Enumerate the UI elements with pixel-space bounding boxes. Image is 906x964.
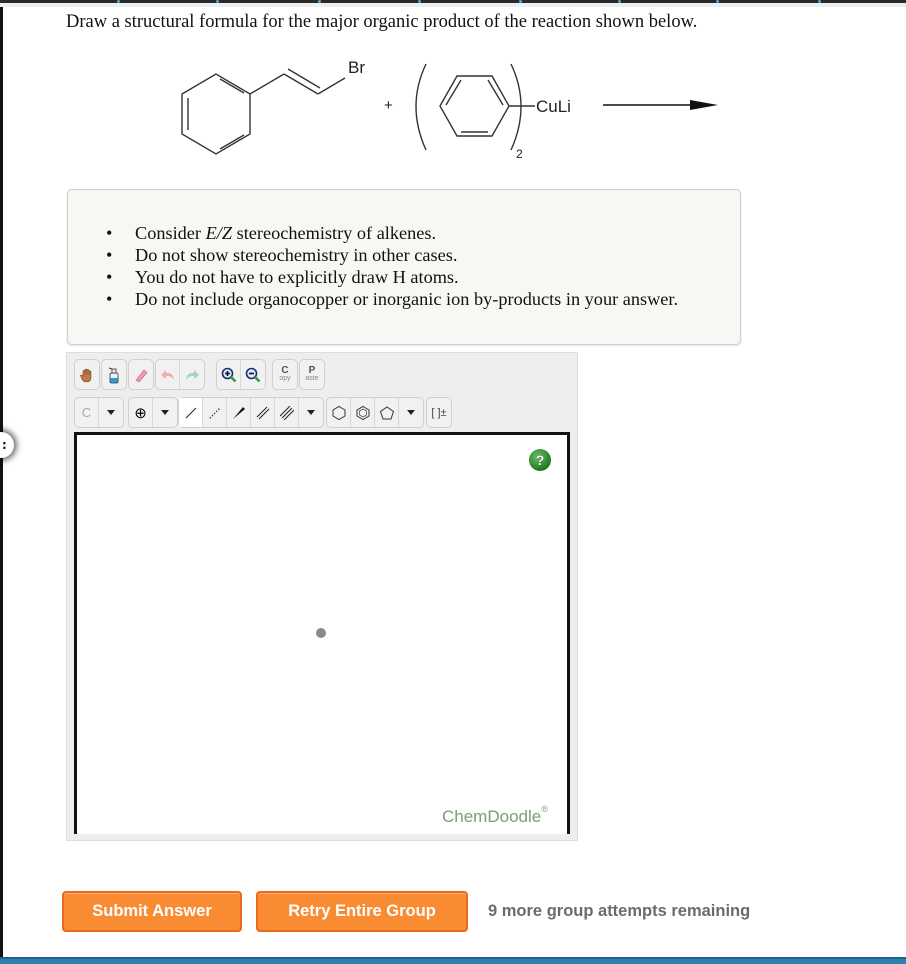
- handle-icon: :: [2, 438, 7, 452]
- redo-button[interactable]: [180, 360, 204, 389]
- wedge-bond-icon: [232, 406, 245, 419]
- zoom-group: [216, 359, 266, 390]
- single-bond-button[interactable]: [179, 398, 203, 427]
- bracket-tool-button[interactable]: [ ]±: [426, 397, 452, 428]
- cyclohexane-icon: [332, 405, 345, 420]
- charge-plus-icon: ⊕: [129, 398, 153, 427]
- undo-redo-group: [155, 359, 205, 390]
- single-bond-icon: [185, 407, 196, 418]
- zoom-in-button[interactable]: [217, 360, 241, 389]
- clear-button[interactable]: [101, 359, 127, 390]
- hand-icon: [75, 360, 99, 389]
- charge-dropdown[interactable]: [153, 398, 177, 427]
- c-br-bond: [317, 77, 346, 95]
- bracket-icon: [ ]±: [431, 406, 447, 419]
- benzene-icon: [356, 405, 369, 420]
- wedge-bond-button[interactable]: [227, 398, 251, 427]
- undo-icon: [160, 369, 174, 380]
- help-button[interactable]: ?: [529, 449, 551, 471]
- undo-button[interactable]: [156, 360, 180, 389]
- hint-item: You do not have to explicitly draw H ato…: [106, 266, 678, 288]
- chemdoodle-brand: ChemDoodle®: [442, 804, 548, 826]
- attempts-remaining: 9 more group attempts remaining: [488, 902, 751, 920]
- bottom-bar: [0, 957, 906, 964]
- triple-bond-icon: [279, 405, 294, 420]
- bromine-label: Br: [348, 58, 365, 77]
- hint-item: Consider E/Z stereochemistry of alkenes.: [106, 222, 678, 244]
- right-parenthesis: [510, 63, 522, 151]
- question-prompt: Draw a structural formula for the major …: [66, 12, 698, 32]
- double-bond-button[interactable]: [251, 398, 275, 427]
- hint-item: Do not include organocopper or inorganic…: [106, 288, 678, 310]
- hand-tool-button[interactable]: [74, 359, 100, 390]
- left-edge: [0, 7, 3, 957]
- chevron-down-icon: [161, 410, 169, 415]
- benzene-ring: [181, 73, 251, 155]
- zoom-in-icon: [221, 367, 236, 382]
- hashed-bond-icon: [208, 406, 221, 419]
- zoom-out-button[interactable]: [241, 360, 265, 389]
- canvas-cursor-dot: [316, 628, 326, 638]
- hashed-bond-button[interactable]: [203, 398, 227, 427]
- chevron-down-icon: [107, 410, 115, 415]
- eraser-icon: [129, 360, 153, 389]
- triple-bond-button[interactable]: [275, 398, 299, 427]
- ring-dropdown[interactable]: [399, 398, 423, 427]
- double-bond-icon: [256, 406, 269, 419]
- reaction-arrow: [603, 100, 718, 110]
- paste-button[interactable]: P aste: [299, 359, 325, 390]
- bond-dropdown[interactable]: [299, 398, 323, 427]
- zoom-out-icon: [245, 367, 261, 382]
- reaction-scheme: Br + CuLi 2: [170, 48, 730, 168]
- redo-icon: [186, 369, 199, 380]
- atom-dropdown[interactable]: [99, 398, 123, 427]
- ring-tools: [326, 397, 424, 428]
- hints-panel: Consider E/Z stereochemistry of alkenes.…: [67, 189, 741, 345]
- phenyl-ring: [439, 75, 510, 137]
- plus-sign: +: [384, 97, 393, 114]
- atom-selector[interactable]: C: [74, 397, 124, 428]
- submit-answer-button[interactable]: Submit Answer: [62, 891, 242, 932]
- spray-bottle-icon: [102, 360, 126, 389]
- chevron-down-icon: [407, 410, 415, 415]
- hint-item: Do not show stereochemistry in other cas…: [106, 244, 678, 266]
- side-panel-handle[interactable]: :: [0, 432, 14, 458]
- bromostyrene-structure: [181, 68, 346, 155]
- reaction-svg: Br + CuLi 2: [181, 58, 718, 161]
- chevron-down-icon: [307, 410, 315, 415]
- charge-selector[interactable]: ⊕: [128, 397, 178, 428]
- hints-list: Consider E/Z stereochemistry of alkenes.…: [106, 222, 678, 310]
- subscript-two: 2: [516, 147, 523, 161]
- diphenylcuprate-structure: [415, 63, 535, 151]
- help-icon: ?: [535, 452, 545, 468]
- retry-group-button[interactable]: Retry Entire Group: [256, 891, 468, 932]
- copy-button[interactable]: C opy: [272, 359, 298, 390]
- vinyl-bond: [249, 73, 285, 95]
- cyclohexane-button[interactable]: [327, 398, 351, 427]
- cyclopentane-button[interactable]: [375, 398, 399, 427]
- left-parenthesis: [415, 63, 427, 151]
- cyclopentane-icon: [379, 405, 394, 419]
- top-strip: [0, 3, 906, 7]
- cuprate-label: CuLi: [536, 97, 571, 116]
- bond-tools: [178, 397, 324, 428]
- atom-label: C: [75, 398, 99, 427]
- benzene-button[interactable]: [351, 398, 375, 427]
- eraser-button[interactable]: [128, 359, 154, 390]
